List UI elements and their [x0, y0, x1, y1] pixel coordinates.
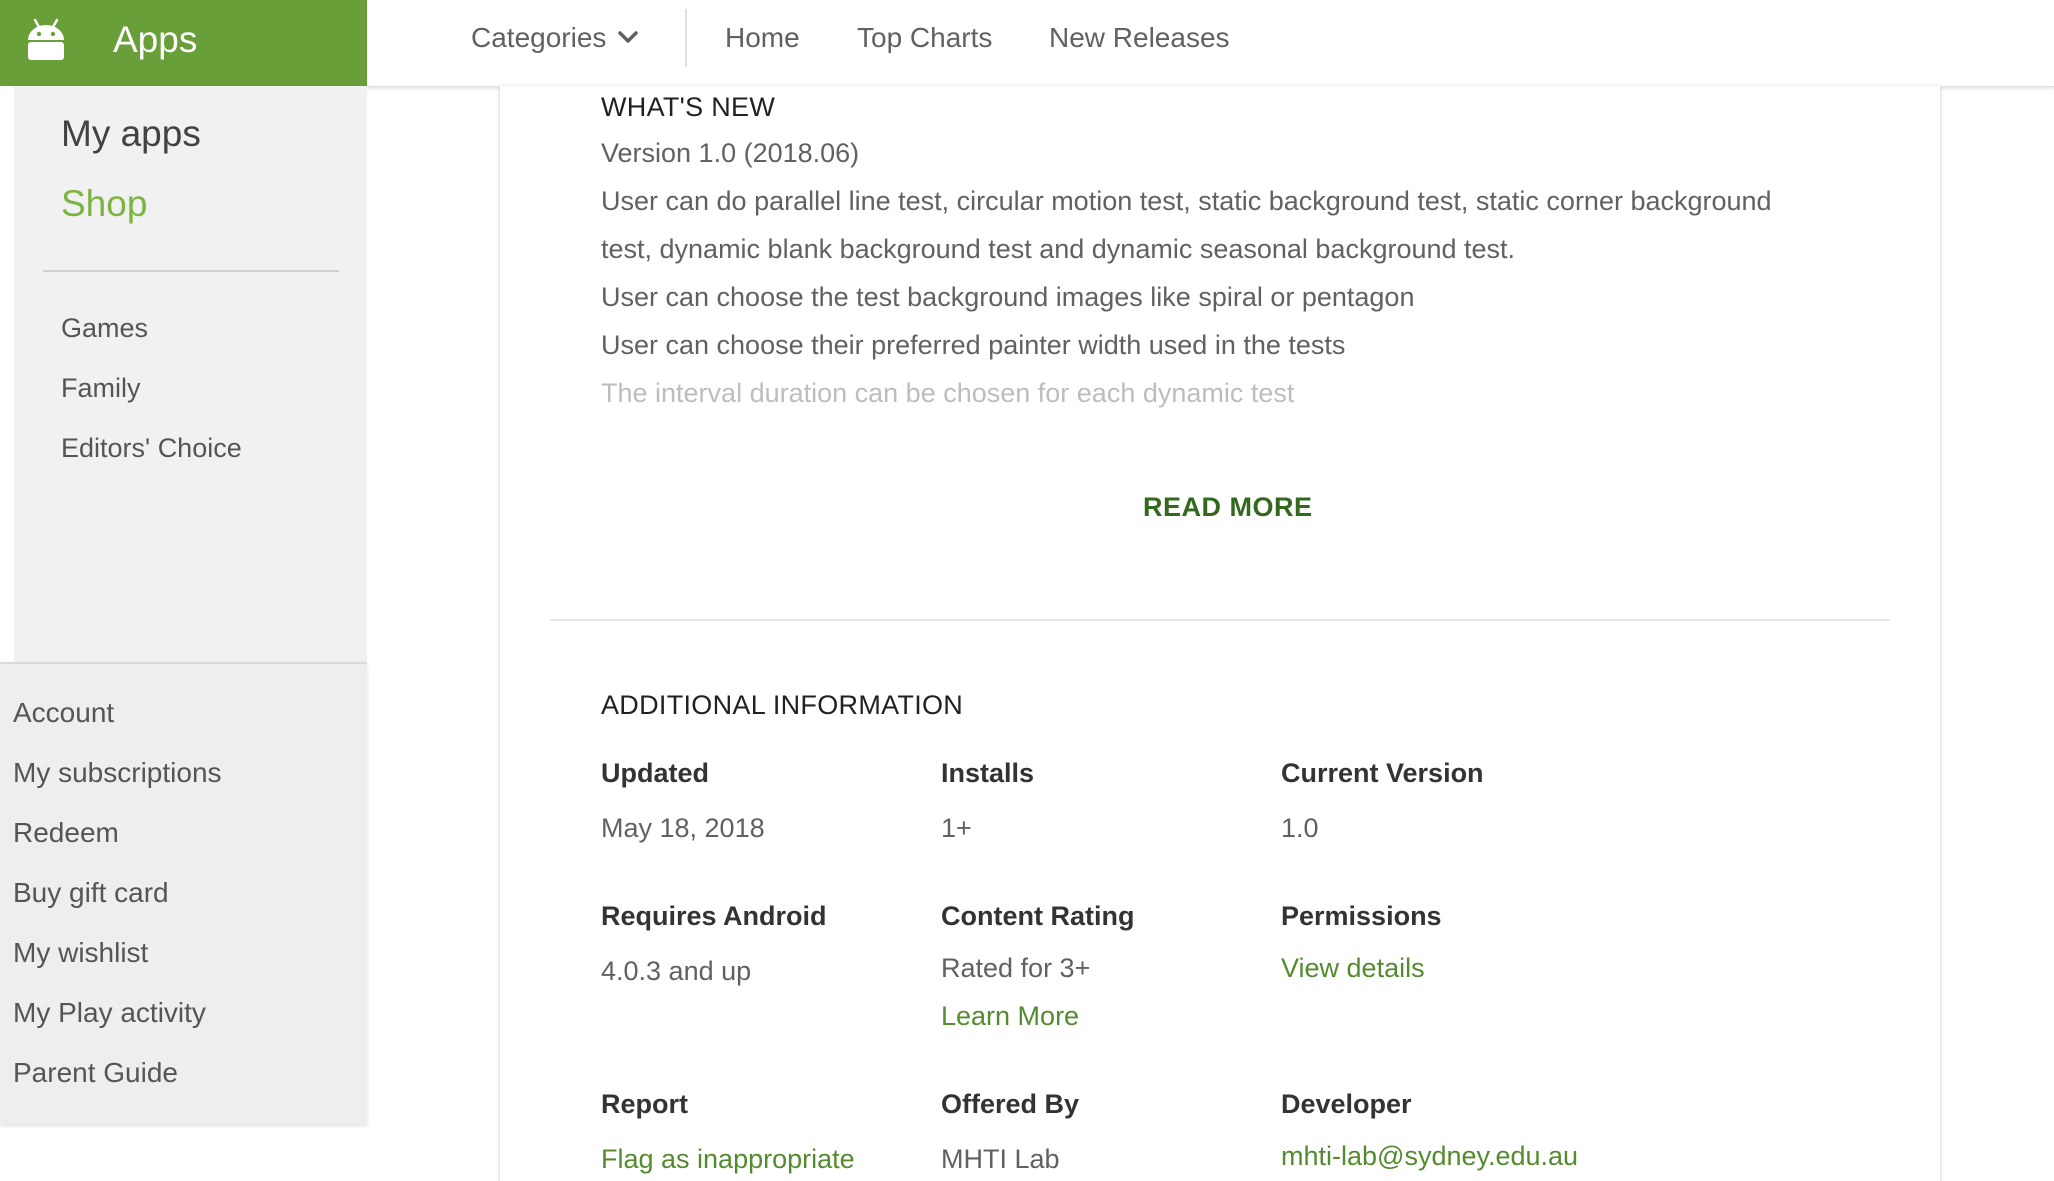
sidebar-item-shop[interactable]: Shop	[61, 183, 147, 225]
learn-more-link[interactable]: Learn More	[941, 1001, 1079, 1032]
offered-by-value: MHTI Lab	[941, 1144, 1060, 1174]
top-nav-bar: Categories Home Top Charts New Releases	[367, 0, 2054, 87]
whats-new-line-faded: The interval duration can be chosen for …	[601, 378, 1295, 408]
content-rating-label: Content Rating	[941, 901, 1135, 931]
developer-label: Developer	[1281, 1089, 1412, 1119]
sidebar-item-account[interactable]: Account	[13, 697, 114, 729]
additional-info-title: ADDITIONAL INFORMATION	[601, 690, 964, 720]
android-icon	[28, 18, 64, 60]
whats-new-line: User can choose the test background imag…	[601, 282, 1415, 312]
chevron-down-icon	[618, 31, 639, 43]
sidebar-item-games[interactable]: Games	[61, 313, 148, 344]
sidebar-item-my-subscriptions[interactable]: My subscriptions	[13, 757, 222, 789]
sidebar-item-family[interactable]: Family	[61, 373, 141, 404]
updated-value: May 18, 2018	[601, 813, 765, 843]
nav-top-charts-link[interactable]: Top Charts	[857, 22, 992, 54]
requires-android-value: 4.0.3 and up	[601, 956, 752, 986]
sidebar-item-parent-guide[interactable]: Parent Guide	[13, 1057, 178, 1089]
developer-email-link[interactable]: mhti-lab@sydney.edu.au	[1281, 1141, 1578, 1172]
report-label: Report	[601, 1089, 688, 1119]
whats-new-line: User can choose their preferred painter …	[601, 330, 1346, 360]
installs-value: 1+	[941, 813, 972, 843]
sidebar-divider	[43, 270, 339, 272]
apps-brand[interactable]: Apps	[0, 0, 367, 86]
requires-android-label: Requires Android	[601, 901, 827, 931]
installs-label: Installs	[941, 758, 1035, 788]
nav-new-releases-link[interactable]: New Releases	[1049, 22, 1230, 54]
sidebar-item-buy-gift-card[interactable]: Buy gift card	[13, 877, 169, 909]
categories-dropdown[interactable]: Categories	[471, 22, 639, 54]
whats-new-line: User can do parallel line test, circular…	[601, 186, 1772, 216]
sidebar-item-my-play-activity[interactable]: My Play activity	[13, 997, 206, 1029]
whats-new-title: WHAT'S NEW	[601, 92, 776, 122]
whats-new-line: Version 1.0 (2018.06)	[601, 138, 860, 168]
view-details-link[interactable]: View details	[1281, 953, 1425, 984]
nav-separator	[685, 9, 687, 67]
current-version-value: 1.0	[1281, 813, 1319, 843]
sidebar-item-redeem[interactable]: Redeem	[13, 817, 119, 849]
sidebar-item-my-wishlist[interactable]: My wishlist	[13, 937, 148, 969]
categories-label: Categories	[471, 22, 607, 53]
current-version-label: Current Version	[1281, 758, 1484, 788]
section-divider	[550, 619, 1890, 621]
flag-inappropriate-link[interactable]: Flag as inappropriate	[601, 1144, 855, 1175]
offered-by-label: Offered By	[941, 1089, 1080, 1119]
sidebar-item-editors-choice[interactable]: Editors' Choice	[61, 433, 242, 464]
app-details-card: WHAT'S NEW Version 1.0 (2018.06) User ca…	[499, 86, 1941, 1181]
read-more-button[interactable]: READ MORE	[1143, 492, 1313, 523]
sidebar-main: My apps Shop Games Family Editors' Choic…	[14, 86, 367, 662]
permissions-label: Permissions	[1281, 901, 1442, 931]
content-rating-value: Rated for 3+	[941, 953, 1091, 983]
brand-label: Apps	[113, 19, 198, 60]
updated-label: Updated	[601, 758, 709, 788]
nav-home-link[interactable]: Home	[725, 22, 800, 54]
whats-new-line: test, dynamic blank background test and …	[601, 234, 1516, 264]
sidebar-item-my-apps[interactable]: My apps	[61, 113, 201, 155]
sidebar-account-menu: Account My subscriptions Redeem Buy gift…	[0, 662, 367, 1124]
